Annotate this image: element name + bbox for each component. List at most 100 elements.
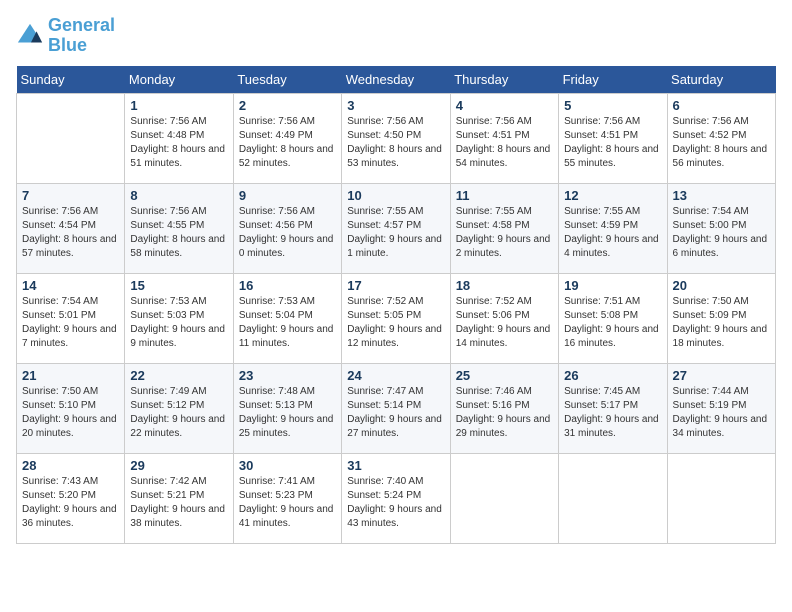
day-number: 23 — [239, 368, 336, 383]
calendar-cell: 22 Sunrise: 7:49 AMSunset: 5:12 PMDayligh… — [125, 363, 233, 453]
calendar-cell: 5 Sunrise: 7:56 AMSunset: 4:51 PMDaylight… — [559, 93, 667, 183]
day-number: 26 — [564, 368, 661, 383]
day-number: 30 — [239, 458, 336, 473]
day-info: Sunrise: 7:54 AMSunset: 5:01 PMDaylight:… — [22, 295, 119, 351]
logo: General Blue — [16, 16, 115, 56]
day-number: 16 — [239, 278, 336, 293]
calendar-week-1: 1 Sunrise: 7:56 AMSunset: 4:48 PMDaylight… — [17, 93, 776, 183]
calendar-cell: 17 Sunrise: 7:52 AMSunset: 5:05 PMDayligh… — [342, 273, 450, 363]
day-info: Sunrise: 7:50 AMSunset: 5:09 PMDaylight:… — [673, 295, 770, 351]
day-number: 4 — [456, 98, 553, 113]
day-info: Sunrise: 7:56 AMSunset: 4:50 PMDaylight:… — [347, 115, 444, 171]
calendar-cell: 9 Sunrise: 7:56 AMSunset: 4:56 PMDaylight… — [233, 183, 341, 273]
day-info: Sunrise: 7:44 AMSunset: 5:19 PMDaylight:… — [673, 385, 770, 441]
calendar-cell: 18 Sunrise: 7:52 AMSunset: 5:06 PMDayligh… — [450, 273, 558, 363]
day-info: Sunrise: 7:55 AMSunset: 4:59 PMDaylight:… — [564, 205, 661, 261]
calendar-week-2: 7 Sunrise: 7:56 AMSunset: 4:54 PMDaylight… — [17, 183, 776, 273]
day-info: Sunrise: 7:47 AMSunset: 5:14 PMDaylight:… — [347, 385, 444, 441]
day-info: Sunrise: 7:40 AMSunset: 5:24 PMDaylight:… — [347, 475, 444, 531]
day-number: 1 — [130, 98, 227, 113]
calendar-cell: 19 Sunrise: 7:51 AMSunset: 5:08 PMDayligh… — [559, 273, 667, 363]
calendar-cell: 12 Sunrise: 7:55 AMSunset: 4:59 PMDayligh… — [559, 183, 667, 273]
calendar-cell: 16 Sunrise: 7:53 AMSunset: 5:04 PMDayligh… — [233, 273, 341, 363]
day-number: 9 — [239, 188, 336, 203]
calendar-cell: 30 Sunrise: 7:41 AMSunset: 5:23 PMDayligh… — [233, 453, 341, 543]
calendar-cell: 31 Sunrise: 7:40 AMSunset: 5:24 PMDayligh… — [342, 453, 450, 543]
page-header: General Blue — [16, 16, 776, 56]
day-info: Sunrise: 7:53 AMSunset: 5:03 PMDaylight:… — [130, 295, 227, 351]
calendar-cell: 13 Sunrise: 7:54 AMSunset: 5:00 PMDayligh… — [667, 183, 775, 273]
day-number: 27 — [673, 368, 770, 383]
day-number: 5 — [564, 98, 661, 113]
calendar-week-5: 28 Sunrise: 7:43 AMSunset: 5:20 PMDayligh… — [17, 453, 776, 543]
day-header-monday: Monday — [125, 66, 233, 94]
day-number: 20 — [673, 278, 770, 293]
day-number: 22 — [130, 368, 227, 383]
calendar-cell: 2 Sunrise: 7:56 AMSunset: 4:49 PMDaylight… — [233, 93, 341, 183]
day-number: 14 — [22, 278, 119, 293]
day-info: Sunrise: 7:56 AMSunset: 4:51 PMDaylight:… — [564, 115, 661, 171]
day-info: Sunrise: 7:56 AMSunset: 4:54 PMDaylight:… — [22, 205, 119, 261]
day-number: 28 — [22, 458, 119, 473]
day-number: 3 — [347, 98, 444, 113]
day-info: Sunrise: 7:45 AMSunset: 5:17 PMDaylight:… — [564, 385, 661, 441]
day-number: 19 — [564, 278, 661, 293]
day-info: Sunrise: 7:53 AMSunset: 5:04 PMDaylight:… — [239, 295, 336, 351]
calendar-cell: 29Sunrise: 7:42 AMSunset: 5:21 PMDayligh… — [125, 453, 233, 543]
day-header-saturday: Saturday — [667, 66, 775, 94]
calendar-cell: 26 Sunrise: 7:45 AMSunset: 5:17 PMDayligh… — [559, 363, 667, 453]
day-number: 8 — [130, 188, 227, 203]
header-row: SundayMondayTuesdayWednesdayThursdayFrid… — [17, 66, 776, 94]
day-info: Sunrise: 7:56 AMSunset: 4:56 PMDaylight:… — [239, 205, 336, 261]
day-number: 29 — [130, 458, 227, 473]
calendar-cell: 21Sunrise: 7:50 AMSunset: 5:10 PMDayligh… — [17, 363, 125, 453]
calendar-cell: 8Sunrise: 7:56 AMSunset: 4:55 PMDaylight… — [125, 183, 233, 273]
calendar-cell: 23 Sunrise: 7:48 AMSunset: 5:13 PMDayligh… — [233, 363, 341, 453]
calendar-cell: 28 Sunrise: 7:43 AMSunset: 5:20 PMDayligh… — [17, 453, 125, 543]
calendar-cell: 24 Sunrise: 7:47 AMSunset: 5:14 PMDayligh… — [342, 363, 450, 453]
calendar-cell: 3 Sunrise: 7:56 AMSunset: 4:50 PMDaylight… — [342, 93, 450, 183]
calendar-cell: 11Sunrise: 7:55 AMSunset: 4:58 PMDayligh… — [450, 183, 558, 273]
day-header-thursday: Thursday — [450, 66, 558, 94]
calendar-cell: 25Sunrise: 7:46 AMSunset: 5:16 PMDayligh… — [450, 363, 558, 453]
day-number: 31 — [347, 458, 444, 473]
calendar-table: SundayMondayTuesdayWednesdayThursdayFrid… — [16, 66, 776, 544]
day-number: 12 — [564, 188, 661, 203]
day-number: 13 — [673, 188, 770, 203]
calendar-cell: 15Sunrise: 7:53 AMSunset: 5:03 PMDayligh… — [125, 273, 233, 363]
day-number: 7 — [22, 188, 119, 203]
calendar-cell: 1 Sunrise: 7:56 AMSunset: 4:48 PMDaylight… — [125, 93, 233, 183]
day-info: Sunrise: 7:56 AMSunset: 4:49 PMDaylight:… — [239, 115, 336, 171]
day-info: Sunrise: 7:41 AMSunset: 5:23 PMDaylight:… — [239, 475, 336, 531]
calendar-week-4: 21Sunrise: 7:50 AMSunset: 5:10 PMDayligh… — [17, 363, 776, 453]
day-number: 17 — [347, 278, 444, 293]
day-header-tuesday: Tuesday — [233, 66, 341, 94]
day-info: Sunrise: 7:52 AMSunset: 5:05 PMDaylight:… — [347, 295, 444, 351]
day-info: Sunrise: 7:52 AMSunset: 5:06 PMDaylight:… — [456, 295, 553, 351]
day-info: Sunrise: 7:50 AMSunset: 5:10 PMDaylight:… — [22, 385, 119, 441]
day-info: Sunrise: 7:55 AMSunset: 4:57 PMDaylight:… — [347, 205, 444, 261]
day-number: 18 — [456, 278, 553, 293]
day-header-friday: Friday — [559, 66, 667, 94]
calendar-cell: 7 Sunrise: 7:56 AMSunset: 4:54 PMDaylight… — [17, 183, 125, 273]
calendar-cell: 27 Sunrise: 7:44 AMSunset: 5:19 PMDayligh… — [667, 363, 775, 453]
day-info: Sunrise: 7:49 AMSunset: 5:12 PMDaylight:… — [130, 385, 227, 441]
day-number: 24 — [347, 368, 444, 383]
calendar-cell: 6Sunrise: 7:56 AMSunset: 4:52 PMDaylight… — [667, 93, 775, 183]
day-info: Sunrise: 7:43 AMSunset: 5:20 PMDaylight:… — [22, 475, 119, 531]
day-info: Sunrise: 7:51 AMSunset: 5:08 PMDaylight:… — [564, 295, 661, 351]
calendar-cell — [559, 453, 667, 543]
day-info: Sunrise: 7:48 AMSunset: 5:13 PMDaylight:… — [239, 385, 336, 441]
day-info: Sunrise: 7:54 AMSunset: 5:00 PMDaylight:… — [673, 205, 770, 261]
day-header-sunday: Sunday — [17, 66, 125, 94]
day-info: Sunrise: 7:56 AMSunset: 4:52 PMDaylight:… — [673, 115, 770, 171]
calendar-cell: 4 Sunrise: 7:56 AMSunset: 4:51 PMDaylight… — [450, 93, 558, 183]
day-info: Sunrise: 7:55 AMSunset: 4:58 PMDaylight:… — [456, 205, 553, 261]
calendar-cell: 10 Sunrise: 7:55 AMSunset: 4:57 PMDayligh… — [342, 183, 450, 273]
logo-icon — [16, 22, 44, 50]
calendar-cell: 14 Sunrise: 7:54 AMSunset: 5:01 PMDayligh… — [17, 273, 125, 363]
day-number: 2 — [239, 98, 336, 113]
day-number: 10 — [347, 188, 444, 203]
day-info: Sunrise: 7:56 AMSunset: 4:51 PMDaylight:… — [456, 115, 553, 171]
day-info: Sunrise: 7:56 AMSunset: 4:48 PMDaylight:… — [130, 115, 227, 171]
